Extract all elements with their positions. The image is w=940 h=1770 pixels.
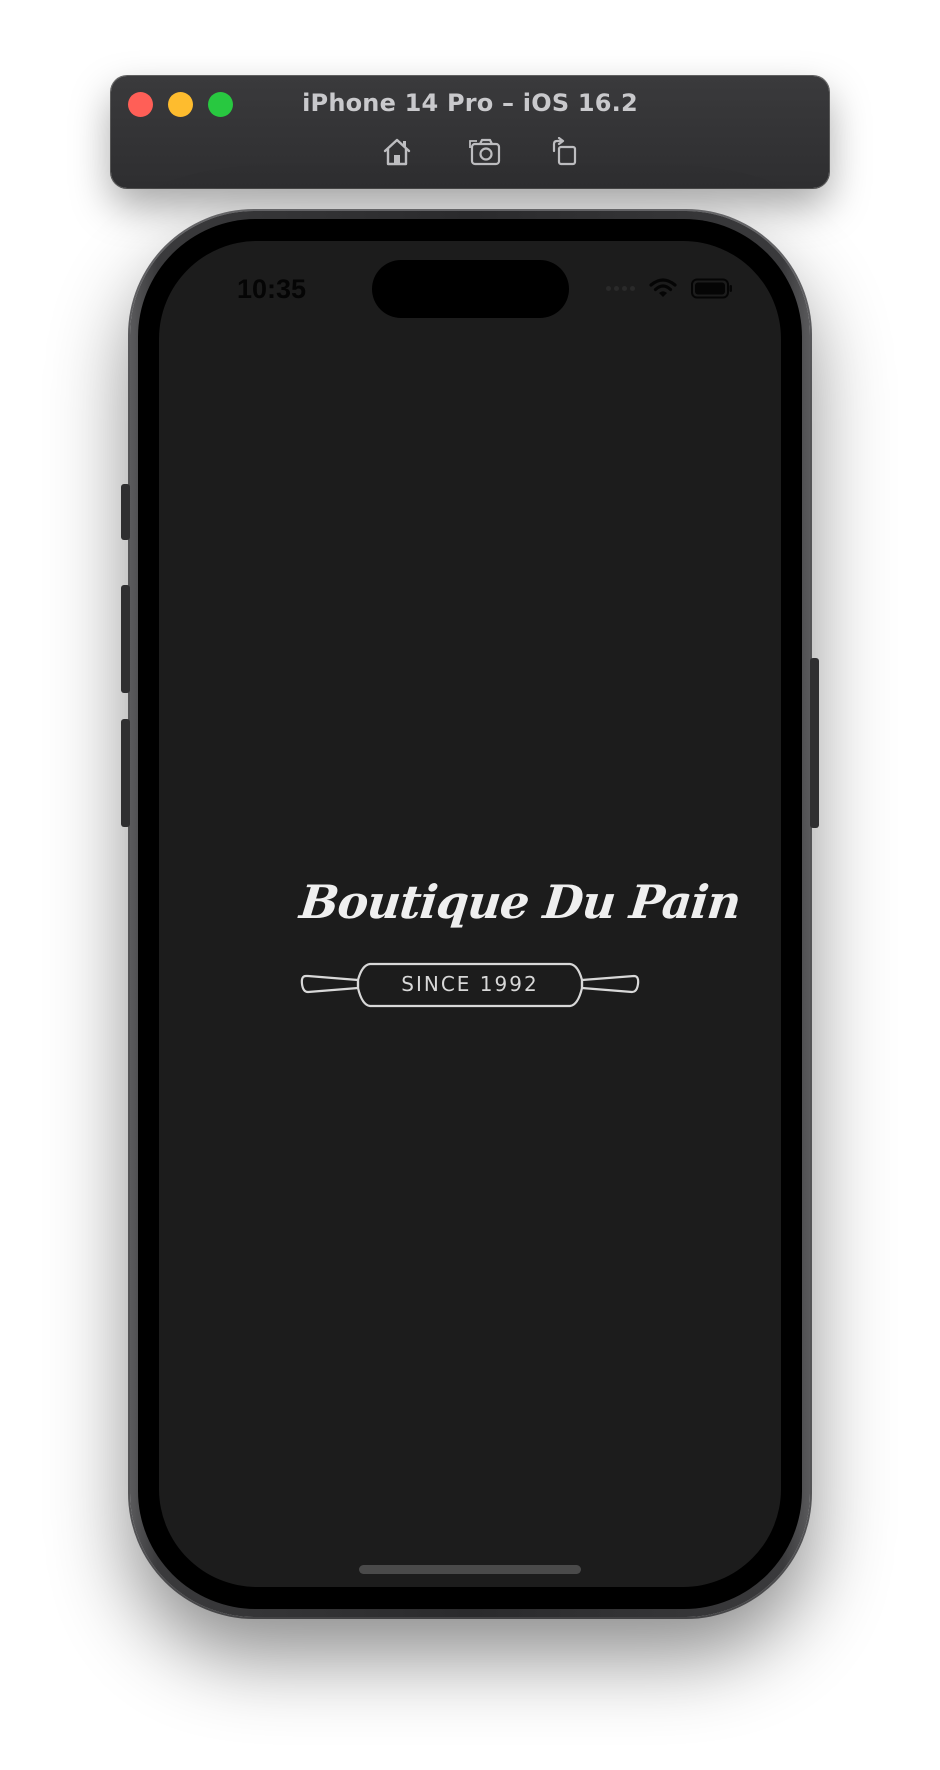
- simulator-stage: iPhone 14 Pro – iOS 16.2 10:35 Boutique …: [0, 0, 940, 1770]
- brand-tagline: SINCE 1992: [401, 972, 539, 996]
- cellular-signal-icon: [606, 286, 635, 291]
- volume-up-side-button[interactable]: [121, 585, 130, 693]
- window-title: iPhone 14 Pro – iOS 16.2: [302, 89, 638, 117]
- app-screen[interactable]: 10:35 Boutique Du Pain SINCE 1992: [159, 241, 781, 1587]
- bakery-logo: Boutique Du Pain SINCE 1992: [297, 875, 743, 1015]
- power-side-button[interactable]: [810, 658, 819, 828]
- battery-icon: [691, 278, 732, 299]
- rotate-icon: [552, 137, 577, 166]
- brand-wordmark: Boutique Du Pain: [297, 875, 743, 929]
- home-icon: [383, 138, 411, 166]
- dynamic-island: [372, 260, 569, 318]
- iphone-device-frame: 10:35 Boutique Du Pain SINCE 1992: [121, 211, 819, 1617]
- status-bar-time: 10:35: [237, 274, 307, 304]
- home-button[interactable]: [377, 134, 417, 170]
- home-indicator[interactable]: [359, 1565, 581, 1574]
- status-bar-icons: [606, 278, 733, 299]
- simulator-title-bar: iPhone 14 Pro – iOS 16.2: [111, 76, 829, 188]
- rotate-button[interactable]: [544, 134, 584, 170]
- action-side-button[interactable]: [121, 484, 130, 540]
- volume-down-side-button[interactable]: [121, 719, 130, 827]
- camera-icon: [469, 138, 501, 166]
- wifi-icon: [649, 278, 677, 297]
- screenshot-button[interactable]: [466, 134, 506, 170]
